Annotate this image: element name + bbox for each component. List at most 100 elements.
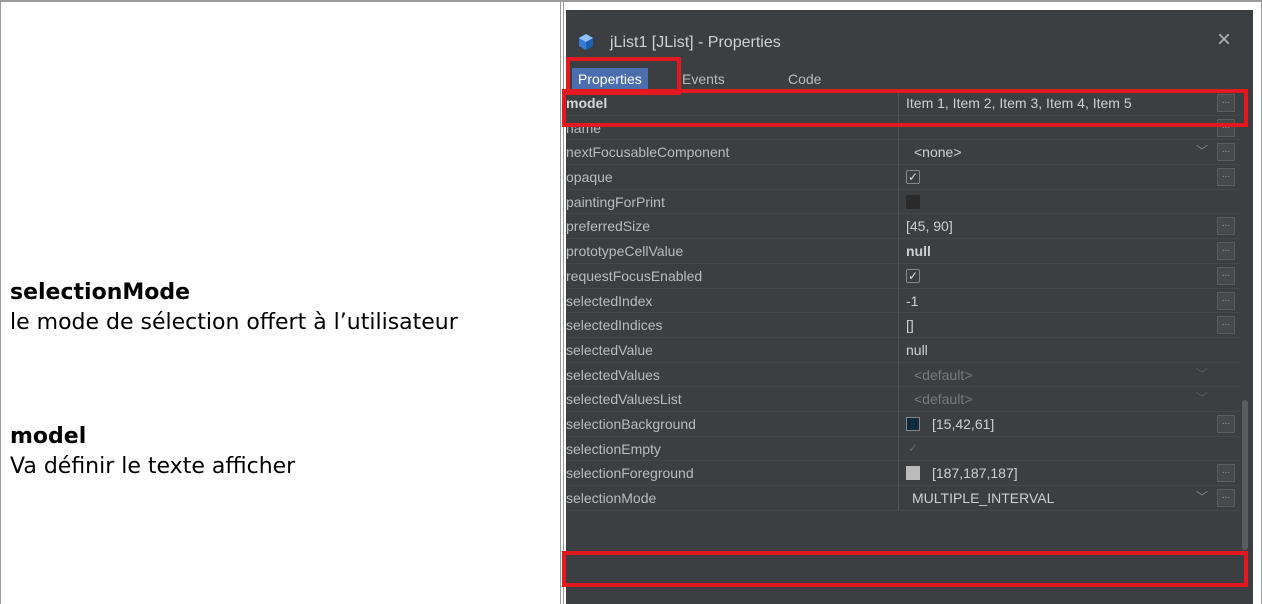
netbeans-app-icon	[579, 34, 593, 50]
property-value[interactable]: [45, 90]	[906, 214, 953, 238]
painting-for-print-checkbox	[906, 194, 920, 209]
property-name: prototypeCellValue	[566, 243, 684, 260]
column-separator	[898, 362, 899, 387]
property-row-selection-background[interactable]: selectionBackground [15,42,61] ...	[566, 411, 1241, 437]
property-name: selectionEmpty	[566, 440, 661, 457]
opaque-checkbox[interactable]: ✓	[906, 170, 920, 185]
column-separator	[898, 214, 899, 239]
color-swatch	[906, 466, 920, 481]
property-row-selected-values[interactable]: selectedValues <default> ﹀	[566, 362, 1241, 388]
chevron-down-icon[interactable]: ﹀	[1196, 488, 1208, 505]
property-name: model	[566, 95, 608, 111]
property-name: nextFocusableComponent	[566, 144, 730, 161]
column-separator	[898, 411, 899, 436]
tab-bar: Properties Events Code	[566, 68, 1253, 90]
property-value: <default>	[914, 366, 973, 383]
property-name: selectedIndices	[566, 317, 663, 334]
property-row-request-focus-enabled[interactable]: requestFocusEnabled ✓ ...	[566, 263, 1241, 289]
window-title: jList1 [JList] - Properties	[610, 34, 781, 51]
property-row-selection-empty[interactable]: selectionEmpty ✓	[566, 436, 1241, 462]
property-row-preferred-size[interactable]: preferredSize [45, 90] ...	[566, 214, 1241, 240]
more-button[interactable]: ...	[1217, 464, 1235, 483]
chevron-down-icon: ﹀	[1196, 366, 1209, 381]
column-separator	[898, 140, 899, 165]
column-separator	[898, 91, 899, 115]
property-name: name	[566, 119, 602, 136]
tab-events[interactable]: Events	[682, 68, 725, 90]
property-row-selected-indices[interactable]: selectedIndices [] ...	[566, 313, 1241, 338]
property-value[interactable]: []	[906, 313, 914, 337]
properties-window: jList1 [JList] - Properties × Properties…	[566, 10, 1253, 604]
property-row-selected-value[interactable]: selectedValue null	[566, 337, 1241, 363]
property-value[interactable]: Item 1, Item 2, Item 3, Item 4, Item 5	[906, 91, 1132, 115]
property-value[interactable]: null	[906, 239, 931, 263]
tab-code[interactable]: Code	[788, 68, 821, 90]
more-button[interactable]: ...	[1217, 291, 1235, 310]
cell-divider	[560, 0, 561, 604]
heading-model: model	[10, 424, 87, 449]
property-value[interactable]: <none>	[914, 140, 962, 164]
vertical-scrollbar[interactable]	[1242, 400, 1248, 550]
property-row-model[interactable]: model Item 1, Item 2, Item 3, Item 4, It…	[566, 91, 1241, 116]
property-value[interactable]: [15,42,61]	[932, 412, 994, 436]
more-button[interactable]: ...	[1217, 316, 1235, 335]
column-separator	[898, 288, 899, 313]
property-row-selection-foreground[interactable]: selectionForeground [187,187,187] ...	[566, 461, 1241, 486]
column-separator	[898, 461, 899, 485]
property-row-selected-values-list[interactable]: selectedValuesList <default> ﹀	[566, 387, 1241, 412]
property-value[interactable]: null	[906, 338, 928, 362]
property-value: <default>	[914, 391, 973, 408]
column-separator	[898, 436, 899, 461]
property-name: requestFocusEnabled	[566, 267, 703, 284]
property-name: selectedValuesList	[566, 391, 682, 408]
property-row-next-focusable-component[interactable]: nextFocusableComponent <none> ﹀ ...	[566, 140, 1241, 166]
more-button[interactable]: ...	[1217, 242, 1235, 261]
title-bar: jList1 [JList] - Properties ×	[566, 10, 1253, 68]
more-button[interactable]: ...	[1217, 118, 1235, 137]
color-swatch	[906, 416, 920, 431]
property-name: preferredSize	[566, 218, 651, 235]
column-separator	[898, 115, 899, 140]
description-model: Va définir le texte afficher	[10, 454, 296, 479]
property-name: selectionMode	[566, 490, 657, 506]
property-row-selected-index[interactable]: selectedIndex -1 ...	[566, 288, 1241, 314]
column-separator	[898, 387, 899, 411]
column-separator	[898, 337, 899, 362]
property-name: opaque	[566, 169, 613, 186]
column-separator	[898, 263, 899, 288]
property-row-opaque[interactable]: opaque ✓ ...	[566, 165, 1241, 190]
property-name: selectedValues	[566, 366, 660, 383]
close-icon[interactable]: ×	[1217, 26, 1231, 54]
column-separator	[898, 189, 899, 214]
cell-divider	[563, 0, 564, 604]
more-button[interactable]: ...	[1217, 143, 1235, 162]
property-value[interactable]: [187,187,187]	[932, 461, 1018, 485]
property-grid: model Item 1, Item 2, Item 3, Item 4, It…	[566, 91, 1241, 511]
property-value[interactable]: MULTIPLE_INTERVAL	[912, 486, 1054, 510]
column-separator	[898, 239, 899, 263]
property-name: selectedIndex	[566, 292, 653, 309]
column-separator	[898, 486, 899, 510]
more-button[interactable]: ...	[1217, 217, 1235, 236]
selection-empty-checkbox: ✓	[907, 440, 919, 455]
property-row-name[interactable]: name ...	[566, 115, 1241, 141]
more-button[interactable]: ...	[1217, 414, 1235, 433]
property-name: selectionBackground	[566, 415, 696, 432]
chevron-down-icon: ﹀	[1196, 391, 1209, 406]
more-button[interactable]: ...	[1217, 168, 1235, 187]
chevron-down-icon[interactable]: ﹀	[1196, 142, 1208, 159]
more-button[interactable]: ...	[1217, 94, 1235, 112]
more-button[interactable]: ...	[1217, 266, 1235, 285]
property-row-prototype-cell-value[interactable]: prototypeCellValue null ...	[566, 239, 1241, 264]
heading-selection-mode: selectionMode	[10, 280, 191, 305]
column-separator	[898, 313, 899, 337]
more-button[interactable]: ...	[1217, 489, 1235, 507]
tab-properties[interactable]: Properties	[572, 68, 648, 90]
request-focus-enabled-checkbox[interactable]: ✓	[906, 268, 920, 283]
property-name: paintingForPrint	[566, 193, 665, 210]
property-value[interactable]: -1	[906, 289, 918, 313]
description-selection-mode: le mode de sélection offert à l’utilisat…	[10, 310, 458, 335]
property-row-painting-for-print[interactable]: paintingForPrint	[566, 189, 1241, 215]
property-row-selection-mode[interactable]: selectionMode MULTIPLE_INTERVAL ﹀ ...	[566, 486, 1241, 511]
property-name: selectionForeground	[566, 465, 694, 482]
